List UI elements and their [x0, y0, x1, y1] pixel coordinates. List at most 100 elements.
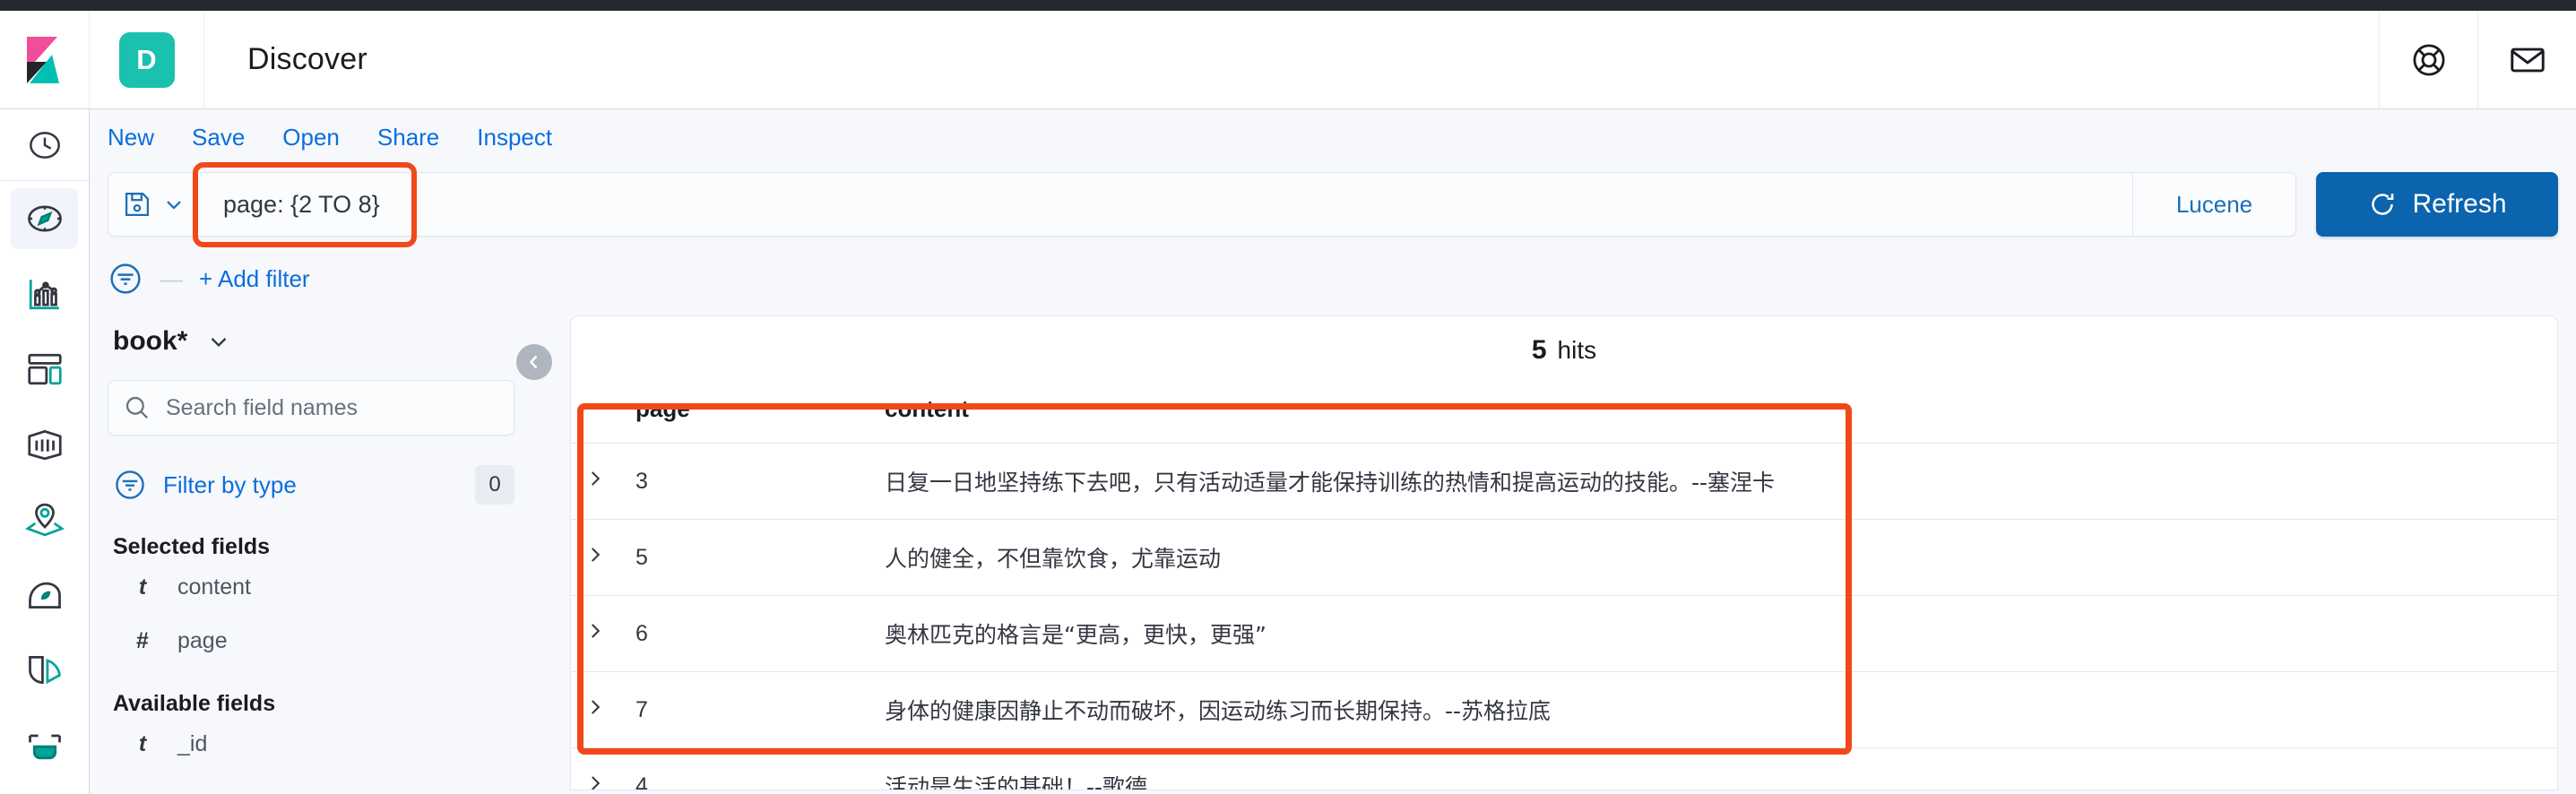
sidebar-item-visualize[interactable]	[0, 256, 89, 332]
expand-row-cell[interactable]	[571, 747, 625, 791]
field-name-label: content	[177, 574, 252, 600]
kibana-logo[interactable]	[0, 11, 90, 108]
hits-label: hits	[1557, 336, 1597, 364]
filter-icon	[116, 470, 144, 499]
sidebar-item-canvas[interactable]	[0, 407, 89, 482]
sidebar-item-dashboard[interactable]	[0, 332, 89, 407]
documents-table-body: 3 日复一日地坚持练下去吧，只有活动适量才能保持训练的热情和提高运动的技能。--…	[571, 443, 2557, 791]
table-header-row: page content	[571, 384, 2557, 444]
field-search-placeholder: Search field names	[166, 394, 359, 420]
life-ring-icon	[2413, 44, 2444, 75]
canvas-icon	[27, 429, 62, 461]
field-item-content[interactable]: t content	[108, 560, 514, 614]
field-search-input[interactable]: Search field names	[108, 380, 514, 436]
menu-item-new[interactable]: New	[108, 124, 154, 151]
chevron-right-icon[interactable]	[583, 467, 607, 490]
cell-content: 活动是生活的基础！--歌德	[885, 747, 2557, 790]
table-row[interactable]: 7 身体的健康因静止不动而破坏，因运动练习而长期保持。--苏格拉底	[571, 671, 2557, 748]
sidebar-item-maps[interactable]	[0, 482, 89, 557]
field-type-string-icon: t	[138, 574, 147, 600]
chevron-left-icon	[529, 355, 538, 369]
sidebar-item-discover[interactable]	[0, 181, 89, 256]
refresh-icon	[2372, 194, 2394, 215]
table-row[interactable]: 3 日复一日地坚持练下去吧，只有活动适量才能保持训练的热情和提高运动的技能。--…	[571, 443, 2557, 520]
expand-row-cell[interactable]	[571, 595, 625, 672]
cell-content: 身体的健康因静止不动而破坏，因运动练习而长期保持。--苏格拉底	[885, 671, 2557, 748]
query-input-wrapper[interactable]: page: {2 TO 8}	[193, 162, 2132, 247]
machine-learning-icon	[28, 582, 61, 608]
cell-page: 7	[625, 671, 885, 748]
global-header: D Discover	[0, 11, 2576, 109]
query-bar-row: page: {2 TO 8} Lucene Refresh	[90, 162, 2576, 251]
filter-by-type-label: Filter by type	[163, 470, 297, 498]
envelope-icon	[2510, 47, 2545, 72]
saved-query-button[interactable]	[108, 173, 200, 236]
menu-item-open[interactable]: Open	[282, 124, 340, 151]
sidebar-item-machine-learning[interactable]	[0, 557, 89, 633]
mail-button[interactable]	[2477, 11, 2576, 108]
cell-content: 奥林匹克的格言是“更高，更快，更强”	[885, 595, 2557, 672]
menu-item-share[interactable]: Share	[377, 124, 439, 151]
discover-icon	[27, 205, 62, 232]
chevron-right-icon[interactable]	[583, 619, 607, 643]
documents-table-head: page content	[571, 384, 2557, 444]
expand-row-cell[interactable]	[571, 671, 625, 748]
search-icon	[125, 396, 149, 419]
app-badge-cell[interactable]: D	[90, 11, 204, 108]
column-header-content[interactable]: content	[885, 384, 2557, 444]
cell-content: 人的健全，不但靠饮食，尤靠运动	[885, 519, 2557, 596]
primary-nav-rail	[0, 109, 90, 794]
table-row[interactable]: 5 人的健全，不但靠饮食，尤靠运动	[571, 519, 2557, 596]
filter-by-type-count: 0	[475, 465, 514, 505]
sidebar-item-metrics[interactable]	[0, 708, 89, 783]
cell-content: 日复一日地坚持练下去吧，只有活动适量才能保持训练的热情和提高运动的技能。--塞涅…	[885, 443, 2557, 520]
filter-icon[interactable]	[108, 261, 143, 297]
field-item-page[interactable]: # page	[108, 614, 514, 668]
add-filter-button[interactable]: + Add filter	[199, 265, 310, 293]
help-button[interactable]	[2379, 11, 2477, 108]
menu-item-inspect[interactable]: Inspect	[477, 124, 552, 151]
chevron-down-icon	[212, 338, 227, 348]
index-pattern-selector[interactable]: book*	[108, 306, 514, 357]
field-name-label: _id	[177, 730, 208, 756]
field-item-_id[interactable]: t _id	[108, 717, 514, 771]
top-dark-strip	[0, 0, 2576, 11]
graph-icon	[28, 655, 61, 685]
available-fields-title: Available fields	[113, 691, 276, 716]
expand-row-cell[interactable]	[571, 443, 625, 520]
hits-count: 5	[1531, 335, 1547, 365]
refresh-button-label: Refresh	[2412, 189, 2507, 219]
dashboard-icon	[27, 353, 62, 385]
filter-bar: — + Add filter	[90, 251, 2576, 306]
index-pattern-name: book*	[113, 326, 188, 356]
column-header-page[interactable]: page	[625, 384, 885, 444]
cell-page: 5	[625, 519, 885, 596]
discover-body: book* Search field names Filter by type …	[90, 306, 2576, 794]
query-input[interactable]: page: {2 TO 8}	[200, 191, 380, 219]
page-title: Discover	[247, 42, 367, 76]
sidebar-item-graph[interactable]	[0, 633, 89, 708]
cell-page: 4	[625, 747, 885, 790]
table-row[interactable]: 4 活动是生活的基础！--歌德	[571, 747, 2557, 791]
chevron-right-icon[interactable]	[583, 772, 607, 791]
filter-by-type-button[interactable]: Filter by type 0	[108, 459, 514, 511]
chevron-right-icon[interactable]	[583, 695, 607, 719]
refresh-button[interactable]: Refresh	[2316, 172, 2558, 237]
app-badge: D	[118, 31, 175, 88]
query-language-button[interactable]: Lucene	[2132, 173, 2295, 236]
hits-summary: 5 hits	[571, 316, 2557, 384]
maps-icon	[24, 503, 65, 537]
nav-item-recently-viewed[interactable]	[0, 109, 89, 181]
expand-row-cell[interactable]	[571, 519, 625, 596]
table-row[interactable]: 6 奥林匹克的格言是“更高，更快，更强”	[571, 595, 2557, 672]
save-disk-icon	[125, 192, 150, 217]
app-top-menu: New Save Open Share Inspect	[90, 109, 2576, 165]
field-type-string-icon: t	[138, 730, 147, 756]
query-bar: page: {2 TO 8} Lucene	[108, 162, 2296, 247]
results-panel: 5 hits page content 3 日复一日地坚持练下去吧，只有活动适量…	[570, 315, 2558, 790]
field-type-number-icon: #	[136, 627, 149, 653]
sidebar-collapse-button[interactable]	[516, 344, 552, 380]
visualize-icon	[29, 280, 59, 310]
menu-item-save[interactable]: Save	[192, 124, 245, 151]
chevron-right-icon[interactable]	[583, 543, 607, 566]
